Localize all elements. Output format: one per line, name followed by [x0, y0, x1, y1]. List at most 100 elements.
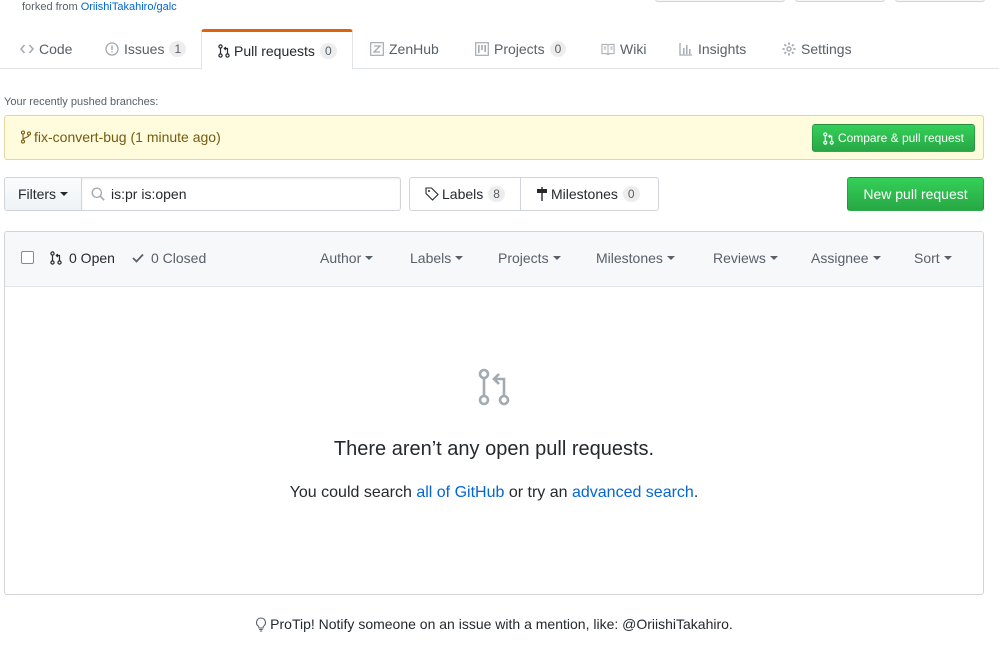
recent-branches-label: Your recently pushed branches:	[4, 96, 159, 108]
graph-icon	[679, 42, 693, 56]
pull-request-icon	[217, 43, 231, 58]
tab-settings-label: Settings	[801, 41, 852, 57]
tag-icon	[425, 187, 439, 201]
sort-dropdown-label: Sort	[914, 250, 940, 266]
tab-projects[interactable]: Projects 0	[475, 29, 567, 69]
tab-issues-label: Issues	[124, 41, 165, 57]
tab-insights-label: Insights	[698, 41, 747, 57]
caret-down-icon	[943, 256, 952, 260]
blankslate-text-after: .	[693, 484, 699, 501]
caret-down-icon	[769, 256, 778, 260]
sort-dropdown[interactable]: Sort	[914, 250, 952, 266]
repo-nav-tabs: Code Issues 1 Pull requests 0 ZenHub Pro…	[0, 29, 999, 70]
select-all-checkbox[interactable]	[21, 251, 34, 264]
new-pull-request-button[interactable]: New pull request	[847, 177, 984, 211]
blankslate-text: You could search all of GitHub or try an…	[5, 484, 983, 502]
project-icon	[475, 42, 489, 56]
watch-button[interactable]	[655, 0, 785, 2]
labels-label: Labels	[442, 186, 484, 202]
lightbulb-icon	[256, 616, 267, 632]
tab-projects-label: Projects	[494, 41, 545, 57]
tab-issues[interactable]: Issues 1	[105, 29, 187, 69]
tab-wiki[interactable]: Wiki	[601, 29, 646, 69]
book-icon	[601, 42, 615, 56]
fork-button[interactable]	[895, 0, 985, 2]
blankslate-text-middle: or try an	[508, 484, 568, 501]
reviews-dropdown[interactable]: Reviews	[713, 250, 778, 266]
recent-branch-notice: fix-convert-bug (1 minute ago) Compare &…	[4, 115, 984, 160]
code-icon	[20, 42, 34, 56]
closed-count-label: 0 Closed	[151, 250, 207, 266]
search-input[interactable]	[111, 178, 396, 210]
tab-wiki-label: Wiki	[620, 41, 647, 57]
pull-request-large-icon	[478, 368, 510, 406]
pull-requests-counter: 0	[319, 42, 337, 59]
blankslate: There aren’t any open pull requests. You…	[5, 288, 983, 594]
compare-button-label: Compare & pull request	[837, 131, 964, 145]
milestones-label: Milestones	[551, 186, 618, 202]
gear-icon	[782, 42, 796, 56]
forked-from-prefix: forked from	[22, 1, 78, 13]
protip: ProTip! Notify someone on an issue with …	[0, 616, 988, 632]
caret-down-icon	[60, 192, 69, 196]
compare-pull-request-button[interactable]: Compare & pull request	[811, 124, 975, 152]
pull-request-icon	[50, 251, 62, 265]
tab-pull-requests[interactable]: Pull requests 0	[201, 29, 353, 70]
advanced-search-link[interactable]: advanced search	[572, 484, 694, 501]
forked-from: forked from OriishiTakahiro/galc	[22, 1, 177, 13]
filters-dropdown[interactable]: Filters	[4, 177, 82, 211]
tab-zenhub-label: ZenHub	[389, 41, 439, 57]
labels-counter: 8	[488, 186, 505, 202]
open-count-label: 0 Open	[69, 250, 115, 266]
issue-icon	[105, 42, 119, 56]
search-icon	[91, 187, 105, 201]
pull-request-list: 0 Open 0 Closed Author Labels Projects M…	[4, 231, 984, 595]
caret-down-icon	[455, 256, 464, 260]
blankslate-text-before: You could search	[289, 484, 412, 501]
labels-dropdown[interactable]: Labels	[410, 250, 464, 266]
reviews-dropdown-label: Reviews	[713, 250, 766, 266]
caret-down-icon	[552, 256, 561, 260]
filters-label: Filters	[17, 186, 57, 202]
zenhub-icon	[370, 42, 384, 56]
branch-icon	[21, 130, 31, 144]
issues-counter: 1	[169, 41, 187, 57]
open-filter-link[interactable]: 0 Open	[50, 250, 115, 266]
pull-request-icon	[823, 131, 834, 145]
star-button[interactable]	[795, 0, 885, 2]
labels-milestones-group: Labels 8 Milestones 0	[409, 177, 659, 211]
caret-down-icon	[365, 256, 374, 260]
branch-name[interactable]: fix-convert-bug	[34, 129, 127, 145]
labels-dropdown-label: Labels	[410, 250, 452, 266]
search-box	[81, 177, 401, 211]
milestones-dropdown[interactable]: Milestones	[596, 250, 675, 266]
author-dropdown[interactable]: Author	[320, 250, 374, 266]
projects-dropdown-label: Projects	[498, 250, 549, 266]
check-icon	[132, 253, 144, 263]
projects-dropdown[interactable]: Projects	[498, 250, 561, 266]
tab-code-label: Code	[39, 41, 73, 57]
tab-zenhub[interactable]: ZenHub	[370, 29, 439, 69]
milestones-counter: 0	[622, 186, 640, 202]
forked-from-link[interactable]: OriishiTakahiro/galc	[81, 1, 177, 13]
tab-insights[interactable]: Insights	[679, 29, 746, 69]
author-dropdown-label: Author	[320, 250, 362, 266]
milestones-dropdown-label: Milestones	[596, 250, 663, 266]
caret-down-icon	[872, 256, 881, 260]
milestones-link[interactable]: Milestones 0	[520, 178, 648, 210]
assignee-dropdown-label: Assignee	[811, 250, 869, 266]
tab-settings[interactable]: Settings	[782, 29, 852, 69]
blankslate-title: There aren’t any open pull requests.	[333, 438, 655, 460]
projects-counter: 0	[549, 41, 567, 57]
list-header: 0 Open 0 Closed Author Labels Projects M…	[5, 232, 983, 287]
tab-pull-requests-label: Pull requests	[234, 42, 315, 59]
recent-branch: fix-convert-bug (1 minute ago)	[21, 129, 221, 145]
closed-filter-link[interactable]: 0 Closed	[132, 250, 206, 266]
assignee-dropdown[interactable]: Assignee	[811, 250, 881, 266]
branch-time: (1 minute ago)	[130, 129, 221, 145]
milestone-icon	[537, 187, 547, 201]
labels-link[interactable]: Labels 8	[410, 178, 520, 210]
protip-text: ProTip! Notify someone on an issue with …	[270, 616, 733, 632]
all-of-github-link[interactable]: all of GitHub	[416, 484, 504, 501]
tab-code[interactable]: Code	[20, 29, 72, 69]
